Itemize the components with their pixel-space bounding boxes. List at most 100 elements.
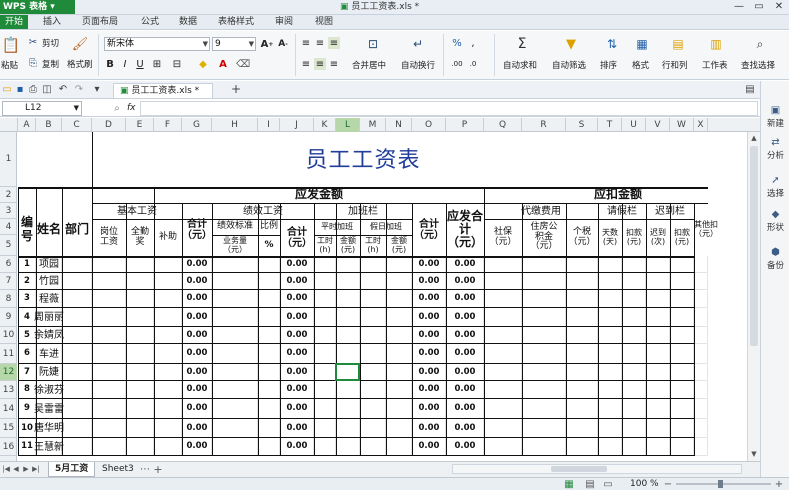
grid-cell[interactable] bbox=[598, 256, 622, 273]
column-header-o[interactable]: O bbox=[412, 118, 446, 132]
grid-cell[interactable] bbox=[126, 344, 154, 364]
grid-cell[interactable] bbox=[258, 438, 280, 456]
grid-cell[interactable] bbox=[92, 438, 126, 456]
column-header-x[interactable]: X bbox=[694, 118, 708, 132]
grid-cell[interactable] bbox=[92, 308, 126, 327]
grid-cell[interactable] bbox=[670, 290, 694, 308]
grid-cell[interactable] bbox=[212, 273, 258, 290]
grid-cell[interactable] bbox=[598, 327, 622, 344]
column-header-w[interactable]: W bbox=[670, 118, 694, 132]
row-header-8[interactable]: 8 bbox=[0, 290, 17, 308]
page-break-view-icon[interactable]: ▤ bbox=[584, 479, 596, 490]
grid-cell[interactable] bbox=[258, 308, 280, 327]
grid-cell[interactable] bbox=[154, 256, 182, 273]
wrap-text-button[interactable]: 自动换行 bbox=[401, 59, 435, 71]
sheet-tab-sheet3[interactable]: Sheet3 bbox=[96, 462, 140, 477]
grid-cell[interactable] bbox=[126, 327, 154, 344]
align-top-icon[interactable]: ≡ bbox=[300, 37, 312, 49]
grid-cell[interactable] bbox=[566, 273, 598, 290]
grid-cell[interactable] bbox=[360, 273, 386, 290]
grid-cell[interactable] bbox=[566, 308, 598, 327]
new-tab-icon[interactable]: + bbox=[230, 82, 242, 96]
grid-cell[interactable] bbox=[92, 399, 126, 419]
zoom-icon[interactable]: ⌕ bbox=[112, 103, 122, 114]
row-header-1[interactable]: 1 bbox=[0, 132, 17, 187]
grid-cell[interactable] bbox=[694, 419, 708, 438]
grid-cell[interactable] bbox=[622, 399, 646, 419]
grid-cell[interactable] bbox=[154, 308, 182, 327]
find-select-button[interactable]: 查找选择 bbox=[741, 59, 775, 71]
grid-cell[interactable] bbox=[258, 273, 280, 290]
page-layout-view-icon[interactable]: ▭ bbox=[602, 479, 614, 490]
grid-cell[interactable] bbox=[360, 256, 386, 273]
column-header-e[interactable]: E bbox=[126, 118, 154, 132]
wrap-text-icon[interactable]: ↵ bbox=[409, 36, 427, 52]
decrease-font-icon[interactable]: A- bbox=[276, 37, 290, 51]
grid-cell[interactable] bbox=[694, 273, 708, 290]
grid-cell[interactable] bbox=[62, 256, 92, 273]
autosum-icon[interactable]: Σ bbox=[514, 36, 530, 52]
filter-icon[interactable]: ▼ bbox=[563, 36, 579, 52]
grid-cell[interactable] bbox=[360, 290, 386, 308]
grid-cell[interactable] bbox=[484, 399, 522, 419]
row-header-13[interactable]: 13 bbox=[0, 381, 17, 399]
align-bottom-icon[interactable]: ≡ bbox=[328, 37, 340, 49]
grid-cell[interactable] bbox=[386, 381, 412, 399]
paste-icon[interactable]: 📋 bbox=[2, 36, 21, 54]
grid-cell[interactable] bbox=[336, 327, 360, 344]
grid-cell[interactable] bbox=[258, 256, 280, 273]
column-header-l[interactable]: L bbox=[336, 118, 360, 132]
grid-cell[interactable] bbox=[126, 273, 154, 290]
grid-cell[interactable] bbox=[62, 399, 92, 419]
column-header-v[interactable]: V bbox=[646, 118, 670, 132]
grid-cell[interactable] bbox=[484, 364, 522, 381]
grid-cell[interactable] bbox=[694, 256, 708, 273]
tab-table-style[interactable]: 表格样式 bbox=[216, 15, 256, 29]
grid-cell[interactable] bbox=[566, 364, 598, 381]
grid-cell[interactable] bbox=[670, 399, 694, 419]
grid-cell[interactable] bbox=[92, 364, 126, 381]
grid-cell[interactable] bbox=[336, 399, 360, 419]
grid-cell[interactable] bbox=[62, 419, 92, 438]
row-header-12[interactable]: 12 bbox=[0, 364, 17, 381]
format-button[interactable]: 格式 bbox=[632, 59, 649, 71]
column-header-s[interactable]: S bbox=[566, 118, 598, 132]
scroll-up-icon[interactable]: ▲ bbox=[749, 134, 759, 142]
grid-cell[interactable] bbox=[360, 419, 386, 438]
grid-cell[interactable] bbox=[92, 327, 126, 344]
prev-sheet-icon[interactable]: ◀ bbox=[12, 464, 20, 474]
grid-cell[interactable] bbox=[522, 419, 566, 438]
grid-cell[interactable] bbox=[484, 256, 522, 273]
next-sheet-icon[interactable]: ▶ bbox=[22, 464, 30, 474]
grid-cell[interactable] bbox=[258, 419, 280, 438]
align-middle-icon[interactable]: ≡ bbox=[314, 37, 326, 49]
grid-cell[interactable] bbox=[212, 419, 258, 438]
backup-panel-button[interactable]: ⬢ 备份 bbox=[761, 247, 789, 271]
fill-color-icon[interactable]: ◆ bbox=[196, 58, 210, 70]
worksheet-button[interactable]: 工作表 bbox=[702, 59, 728, 71]
rows-cols-button[interactable]: 行和列 bbox=[662, 59, 688, 71]
grid-cell[interactable] bbox=[670, 419, 694, 438]
row-header-16[interactable]: 16 bbox=[0, 438, 17, 456]
grid-cell[interactable] bbox=[622, 273, 646, 290]
grid-cell[interactable] bbox=[360, 308, 386, 327]
cut-icon[interactable]: ✂ bbox=[28, 37, 38, 48]
grid-cell[interactable] bbox=[598, 290, 622, 308]
column-header-t[interactable]: T bbox=[598, 118, 622, 132]
grid-cell[interactable] bbox=[386, 256, 412, 273]
grid-cell[interactable] bbox=[646, 364, 670, 381]
grid-cell[interactable] bbox=[484, 327, 522, 344]
grid-cell[interactable] bbox=[314, 327, 336, 344]
new-panel-button[interactable]: ▣ 新建 bbox=[761, 105, 789, 129]
grid-cell[interactable] bbox=[314, 344, 336, 364]
grid-cell[interactable] bbox=[386, 290, 412, 308]
grid-cell[interactable] bbox=[336, 290, 360, 308]
grid-cell[interactable] bbox=[314, 399, 336, 419]
shape-panel-button[interactable]: ◆ 形状 bbox=[761, 209, 789, 233]
grid-cell[interactable] bbox=[360, 438, 386, 456]
grid-cell[interactable] bbox=[622, 364, 646, 381]
first-sheet-icon[interactable]: |◀ bbox=[2, 464, 10, 474]
vertical-scroll-thumb[interactable] bbox=[750, 146, 758, 346]
select-all-corner[interactable] bbox=[0, 118, 18, 132]
grid-cell[interactable] bbox=[598, 344, 622, 364]
